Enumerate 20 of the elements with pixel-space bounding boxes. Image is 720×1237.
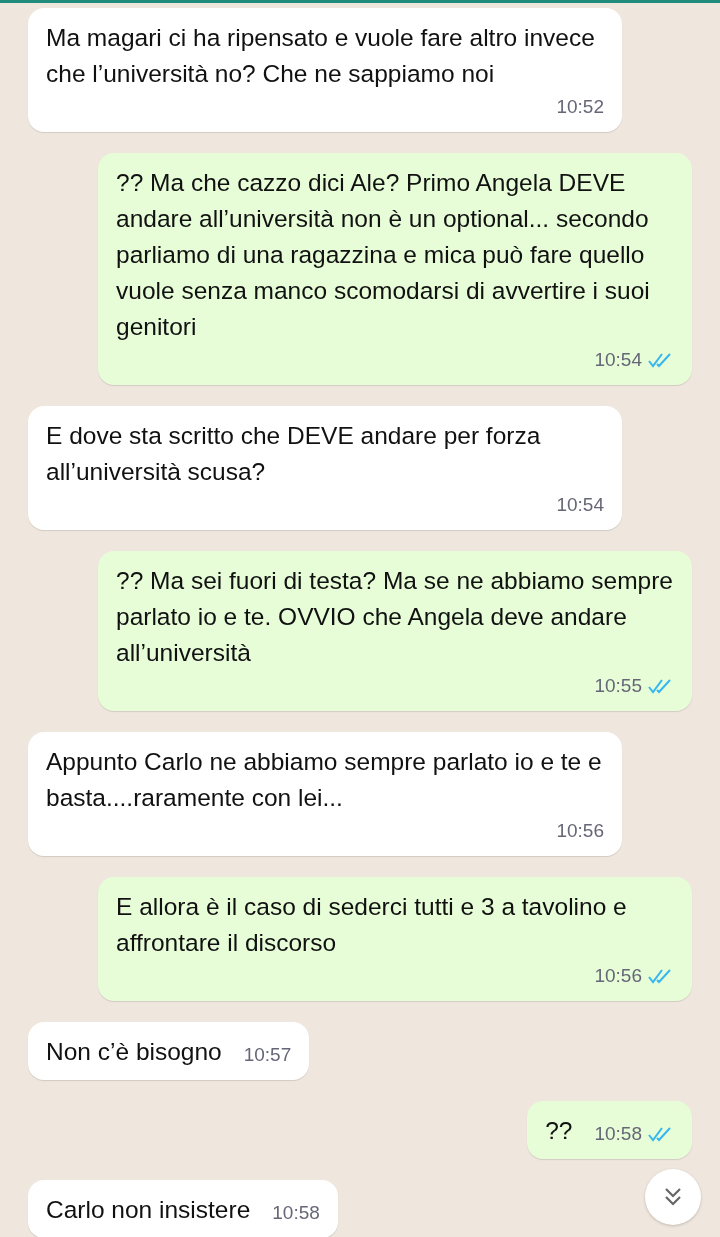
message-text: ?? [545, 1116, 573, 1146]
message-text: ?? Ma che cazzo dici Ale? Primo Angela DEVE andare all’università non è un optional... secondo parliamo di una ragazzina e mica può fare quello vuole senza manco scomodarsi di avvertire i suoi genitori [116, 168, 651, 342]
message-time: 10:58 [272, 1200, 320, 1225]
message-time: 10:55 [594, 673, 642, 698]
message-text: Carlo non insistere [46, 1195, 251, 1225]
message-text: Ma magari ci ha ripensato e vuole fare altro invece che l’università no? Che ne sappiamo noi [46, 23, 596, 89]
message-text: E dove sta scritto che DEVE andare per forza all’università scusa? [46, 421, 542, 487]
message-time: 10:54 [556, 492, 604, 517]
message-time: 10:58 [594, 1121, 642, 1146]
message-text: Appunto Carlo ne abbiamo sempre parlato io e te e basta....raramente con lei... [46, 747, 603, 813]
scroll-down-button[interactable] [645, 1169, 701, 1225]
message-time: 10:56 [594, 963, 642, 988]
double-chevron-down-icon [664, 1187, 682, 1207]
message-time: 10:56 [556, 818, 604, 843]
message-time: 10:57 [243, 1042, 292, 1067]
message-text: E allora è il caso di sederci tutti e 3 a tavolino e affrontare il discorso [116, 892, 628, 958]
message-time: 10:52 [556, 94, 604, 119]
message-text: ?? Ma sei fuori di testa? Ma se ne abbiamo sempre parlato io e te. OVVIO che Angela deve andare all’università [116, 566, 674, 668]
message-text: Non c’è bisogno [46, 1037, 222, 1067]
message-time: 10:54 [594, 347, 642, 372]
